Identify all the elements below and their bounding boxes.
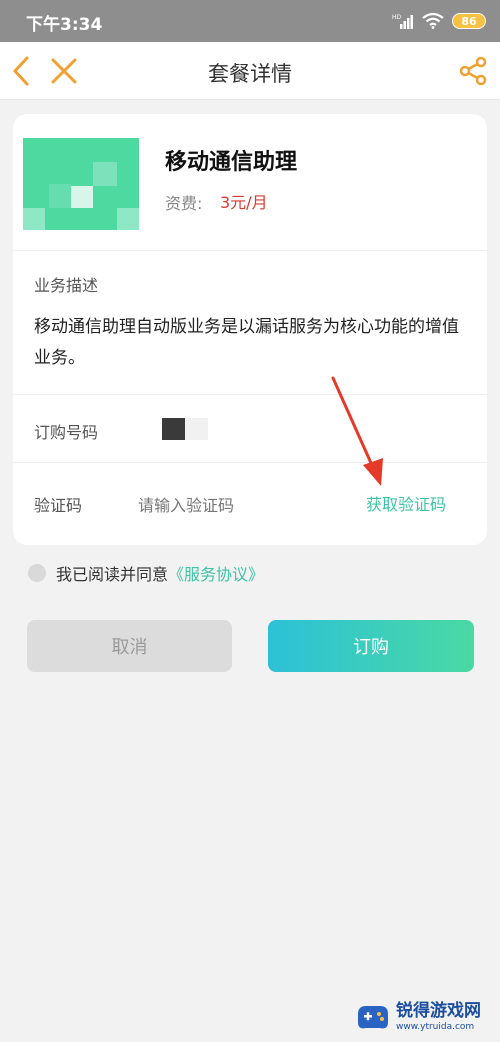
description-label: 业务描述 bbox=[34, 276, 99, 295]
order-number-value bbox=[162, 418, 208, 440]
agreement-text: 我已阅读并同意 bbox=[56, 565, 169, 584]
order-button[interactable]: 订购 bbox=[268, 620, 474, 672]
get-code-button[interactable]: 获取验证码 bbox=[366, 491, 446, 515]
status-icons: HD 86 bbox=[392, 11, 486, 31]
gamepad-logo-icon bbox=[358, 1006, 388, 1029]
agreement-radio[interactable] bbox=[28, 564, 46, 582]
agreement-row[interactable]: 我已阅读并同意 《服务协议》 bbox=[28, 562, 264, 584]
fee-label: 资费: bbox=[165, 194, 203, 213]
package-image bbox=[23, 138, 139, 230]
watermark-url: www.ytruida.com bbox=[396, 1022, 475, 1032]
share-icon[interactable] bbox=[458, 55, 488, 87]
page-title: 套餐详情 bbox=[208, 62, 292, 86]
service-agreement-link[interactable]: 《服务协议》 bbox=[168, 561, 264, 585]
watermark-name: 锐得游戏网 bbox=[396, 1001, 481, 1021]
watermark: 锐得游戏网 www.ytruida.com bbox=[354, 994, 494, 1040]
package-card: 移动通信助理 资费: 3元/月 业务描述 移动通信助理自动版业务是以漏话服务为核… bbox=[13, 114, 487, 545]
verification-code-input[interactable] bbox=[138, 490, 348, 520]
description-text: 移动通信助理自动版业务是以漏话服务为核心功能的增值业务。 bbox=[34, 317, 459, 368]
divider bbox=[13, 250, 487, 251]
verification-code-label: 验证码 bbox=[34, 496, 83, 515]
fee-value: 3元/月 bbox=[220, 193, 268, 212]
battery-icon: 86 bbox=[452, 13, 486, 29]
package-title: 移动通信助理 bbox=[165, 150, 298, 175]
app-header: 套餐详情 bbox=[0, 42, 500, 100]
wifi-icon bbox=[422, 13, 444, 29]
cancel-button[interactable]: 取消 bbox=[27, 620, 232, 672]
status-bar: 下午3:34 HD 86 bbox=[0, 0, 500, 42]
status-time: 下午3:34 bbox=[26, 15, 103, 35]
order-number-label: 订购号码 bbox=[34, 423, 99, 442]
divider bbox=[13, 394, 487, 395]
hd-badge: HD bbox=[392, 14, 402, 21]
signal-icon: HD bbox=[392, 13, 414, 29]
divider bbox=[13, 462, 487, 463]
